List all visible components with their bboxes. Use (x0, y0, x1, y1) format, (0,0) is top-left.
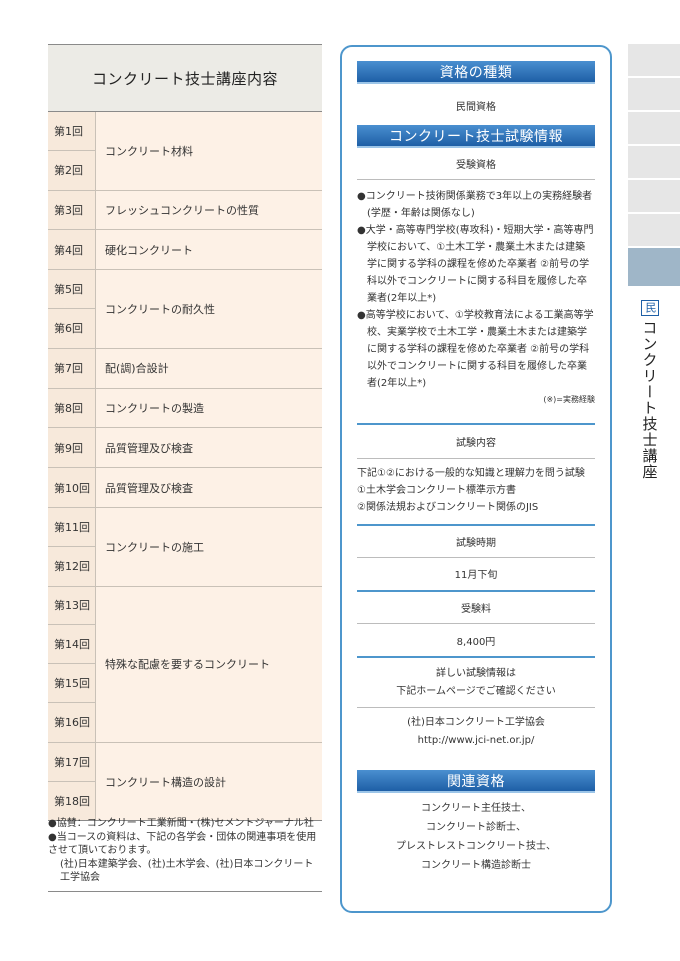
organizations-note: (社)日本建築学会、(社)土木学会、(社)日本コンクリート工学協会 (60, 859, 314, 883)
index-tab[interactable] (628, 78, 680, 112)
session-number: 第8回 (54, 401, 83, 415)
session-topic: コンクリートの製造 (105, 401, 204, 415)
course-group: 第17回 第18回 コンクリート構造の設計 (48, 742, 322, 821)
private-mark: 民 (641, 300, 659, 316)
section-label: 民 コンクリート技士講座 (637, 300, 663, 480)
organization-info: (社)日本コンクリート工学協会 http://www.jci-net.or.jp… (357, 714, 595, 750)
organization-url[interactable]: http://www.jci-net.or.jp/ (357, 732, 595, 750)
divider (357, 179, 595, 180)
session-number: 第13回 (48, 587, 95, 626)
index-tab[interactable] (628, 146, 680, 180)
session-topic: コンクリートの耐久性 (105, 302, 215, 316)
related-item: コンクリート構造診断士 (421, 860, 531, 871)
session-topic: 配(調)合設計 (105, 362, 169, 376)
content-line: ②関係法規およびコンクリート関係のJIS (357, 502, 539, 513)
content-line: 下記①②における一般的な知識と理解力を問う試験 (357, 468, 585, 479)
footnote: (※)=実務経験 (543, 395, 595, 404)
index-tab[interactable] (628, 214, 680, 248)
related-list: コンクリート主任技士、 コンクリート診断士、 プレストレストコンクリート技士、 … (357, 799, 595, 875)
session-number: 第7回 (54, 362, 83, 376)
session-number: 第6回 (54, 322, 83, 336)
index-tabs (628, 44, 680, 288)
related-item: コンクリート診断士、 (426, 822, 526, 833)
index-tab-active[interactable] (628, 248, 680, 288)
course-table: コンクリート技士講座内容 第1回 第2回 コンクリート材料 第3回 フレッシュコ… (48, 44, 322, 822)
materials-note: ●当コースの資料は、下記の各学会・団体の関連事項を使用させて頂いております。 (48, 832, 317, 856)
content-line: ①土木学会コンクリート標準示方書 (357, 485, 516, 496)
related-heading: 関連資格 (357, 770, 595, 793)
divider (357, 423, 595, 425)
course-group: 第13回 第14回 第15回 第16回 特殊な配慮を要するコンクリート (48, 586, 322, 743)
course-notes: ●協賛：コンクリート工業新聞・(株)セメントジャーナル社 ●当コースの資料は、下… (48, 817, 322, 892)
session-number: 第17回 (48, 743, 95, 782)
session-topic: フレッシュコンクリートの性質 (105, 203, 259, 217)
detail-text: 詳しい試験情報は 下記ホームページでご確認ください (396, 668, 556, 697)
divider (357, 590, 595, 592)
session-number: 第9回 (54, 441, 83, 455)
index-tab[interactable] (628, 180, 680, 214)
session-number: 第2回 (54, 164, 83, 178)
sponsor-note: ●協賛：コンクリート工業新聞・(株)セメントジャーナル社 (48, 818, 314, 829)
session-topic: コンクリート材料 (105, 144, 193, 158)
type-value: 民間資格 (456, 102, 496, 113)
course-group: 第3回 フレッシュコンクリートの性質 (48, 190, 322, 231)
session-topic: 硬化コンクリート (105, 243, 193, 257)
session-number: 第18回 (54, 794, 90, 808)
related-item: プレストレストコンクリート技士、 (396, 841, 556, 852)
content-label: 試験内容 (456, 438, 496, 449)
divider (357, 707, 595, 708)
index-tab[interactable] (628, 44, 680, 78)
session-topic: 品質管理及び検査 (105, 481, 193, 495)
session-number: 第15回 (48, 664, 95, 703)
session-topic: コンクリート構造の設計 (105, 775, 226, 789)
course-group: 第5回 第6回 コンクリートの耐久性 (48, 270, 322, 349)
eligibility-label: 受験資格 (456, 160, 496, 171)
requirement-item: ●大学・高等専門学校(専攻科)・短期大学・高等専門学校において、①土木工学・農業… (357, 225, 594, 304)
session-number: 第11回 (48, 508, 95, 547)
divider (357, 557, 595, 558)
exam-info-heading: コンクリート技士試験情報 (357, 125, 595, 148)
requirement-item: ●コンクリート技術関係業務で3年以上の実務経験者(学歴・年齢は関係なし) (357, 191, 593, 219)
course-group: 第1回 第2回 コンクリート材料 (48, 112, 322, 191)
type-heading: 資格の種類 (357, 61, 595, 84)
course-group: 第4回 硬化コンクリート (48, 230, 322, 271)
session-number: 第16回 (54, 716, 90, 730)
session-number: 第4回 (54, 243, 83, 257)
organization-name: (社)日本コンクリート工学協会 (407, 717, 545, 728)
session-topic: コンクリートの施工 (105, 540, 204, 554)
course-group: 第10回 品質管理及び検査 (48, 468, 322, 508)
requirement-item: ●高等学校において、①学校教育法による工業高等学校、実業学校で土木工学・農業土木… (357, 310, 594, 389)
requirements-list: ●コンクリート技術関係業務で3年以上の実務経験者(学歴・年齢は関係なし) ●大学… (357, 188, 595, 392)
divider (357, 656, 595, 658)
session-number: 第14回 (48, 625, 95, 665)
exam-info-panel: 資格の種類 民間資格 コンクリート技士試験情報 受験資格 ●コンクリート技術関係… (340, 45, 612, 913)
index-tab[interactable] (628, 112, 680, 146)
period-label: 試験時期 (456, 538, 496, 549)
divider (357, 458, 595, 459)
course-group: 第8回 コンクリートの製造 (48, 388, 322, 429)
session-topic: 特殊な配慮を要するコンクリート (105, 658, 270, 672)
course-rows: 第1回 第2回 コンクリート材料 第3回 フレッシュコンクリートの性質 第4回 … (48, 112, 322, 822)
session-number: 第1回 (48, 112, 95, 151)
fee-value: 8,400円 (456, 637, 496, 648)
related-item: コンクリート主任技士、 (421, 803, 531, 814)
course-group: 第9回 品質管理及び検査 (48, 428, 322, 469)
period-value: 11月下旬 (454, 570, 498, 581)
divider (357, 623, 595, 624)
fee-label: 受験料 (461, 604, 491, 615)
session-topic: 品質管理及び検査 (105, 441, 193, 455)
content-body: 下記①②における一般的な知識と理解力を問う試験 ①土木学会コンクリート標準示方書… (357, 465, 595, 516)
section-label-text: コンクリート技士講座 (640, 320, 659, 480)
session-number: 第12回 (54, 560, 90, 574)
session-number: 第3回 (54, 203, 83, 217)
session-number: 第5回 (48, 270, 95, 309)
divider (357, 524, 595, 526)
course-group: 第11回 第12回 コンクリートの施工 (48, 507, 322, 587)
course-group: 第7回 配(調)合設計 (48, 348, 322, 389)
course-title: コンクリート技士講座内容 (48, 44, 322, 112)
session-number: 第10回 (54, 481, 90, 495)
